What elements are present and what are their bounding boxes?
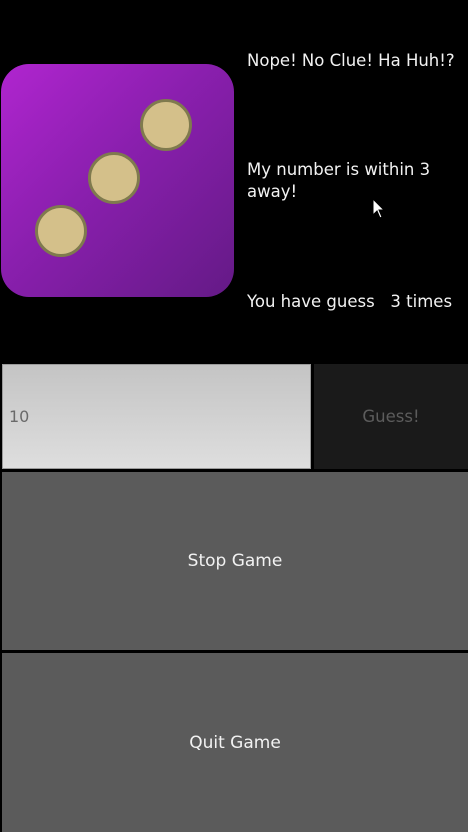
game-status-panel: Nope! No Clue! Ha Huh!? My number is wit… bbox=[0, 0, 468, 362]
guess-input[interactable] bbox=[2, 364, 311, 469]
feedback-text: Nope! No Clue! Ha Huh!? bbox=[247, 51, 455, 70]
guess-button[interactable]: Guess! bbox=[314, 364, 468, 469]
mouse-cursor-icon bbox=[372, 198, 386, 219]
quit-game-button[interactable]: Quit Game bbox=[2, 653, 468, 832]
stop-game-button[interactable]: Stop Game bbox=[2, 472, 468, 650]
guess-count-text: You have guess 3 times bbox=[247, 292, 453, 311]
guess-button-label: Guess! bbox=[362, 407, 420, 426]
stop-game-label: Stop Game bbox=[187, 551, 283, 571]
quit-game-label: Quit Game bbox=[189, 732, 281, 753]
hint-text: My number is within 3 away! bbox=[247, 160, 436, 201]
dice-pip bbox=[88, 152, 140, 204]
dice-three-icon bbox=[1, 64, 234, 297]
dice-pip bbox=[35, 205, 87, 257]
dice-pip bbox=[140, 99, 192, 151]
